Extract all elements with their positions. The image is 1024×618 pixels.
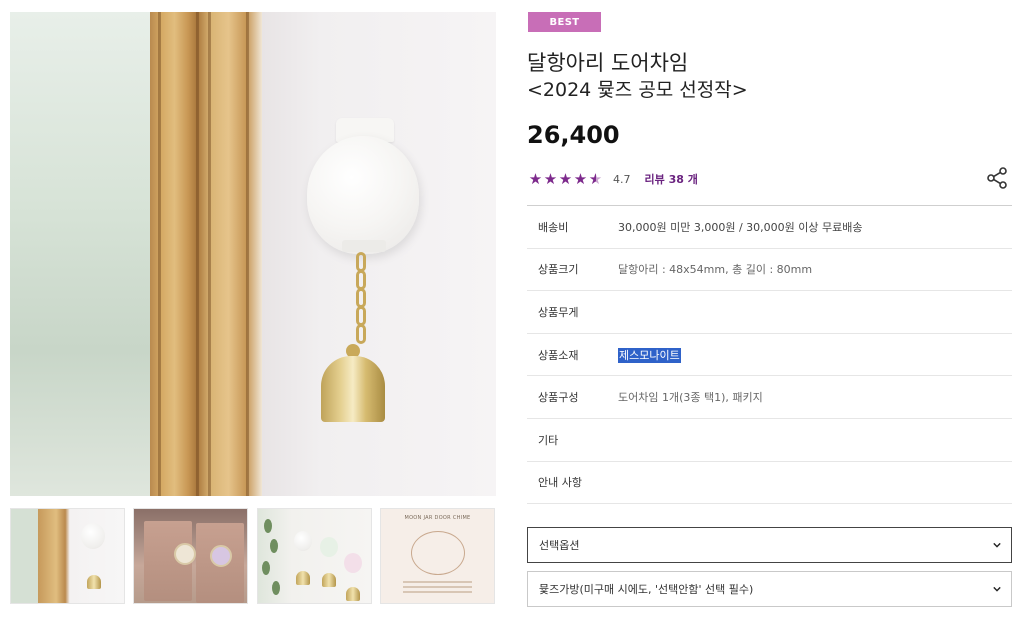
best-badge: BEST (528, 12, 601, 32)
thumbnail-1[interactable] (10, 508, 125, 604)
spec-label: 배송비 (538, 220, 569, 234)
card-diagram (411, 531, 465, 575)
thumb-bell (296, 571, 310, 585)
bag-option-select[interactable]: 뮻즈가방(미구매 시에도, '선택안함' 선택 필수) (527, 571, 1012, 607)
chain-link (356, 288, 366, 308)
star-icon: ★ (573, 169, 588, 188)
spec-label: 상품소재 (538, 348, 579, 362)
chain-link (356, 324, 366, 344)
selected-text[interactable]: 제스모나이트 (618, 347, 681, 363)
option-select[interactable]: 선택옵션 (527, 527, 1012, 563)
half-star-icon: ★ (588, 169, 603, 188)
spec-label: 상품구성 (538, 391, 579, 405)
thumb-jar (344, 553, 362, 573)
thumb-jar (294, 531, 312, 551)
chain-link (356, 306, 366, 326)
package-window (210, 545, 232, 567)
card-text-line (403, 586, 472, 588)
thumb-bell (322, 573, 336, 587)
option-select-label: 선택옵션 (539, 539, 580, 552)
thumb-bell (346, 587, 360, 601)
package-window (174, 543, 196, 565)
frame-groove (158, 12, 161, 496)
chevron-down-icon (993, 542, 1001, 548)
spec-value: 달항아리 : 48x54mm, 총 길이 : 80mm (618, 263, 813, 277)
spec-row-weight: 상품무게 (527, 291, 1012, 334)
spec-label: 상품무게 (538, 305, 579, 319)
rating-row: ★ ★ ★ ★ ★ 4.7 리뷰 38 개 (528, 168, 698, 190)
leaf (262, 561, 270, 575)
chevron-down-icon (993, 586, 1001, 592)
frame-groove (246, 12, 249, 496)
leaf (272, 581, 280, 595)
thumb-bell (87, 575, 101, 589)
product-price: 26,400 (527, 121, 620, 149)
chain-link (356, 252, 366, 272)
spec-row-composition: 상품구성 도어차임 1개(3종 택1), 패키지 (527, 376, 1012, 419)
spec-row-shipping: 배송비 30,000원 미만 3,000원 / 30,000원 이상 무료배송 (527, 206, 1012, 249)
rating-stars: ★ ★ ★ ★ ★ (528, 169, 603, 188)
rating-score: 4.7 (613, 172, 631, 186)
card-text-line (403, 591, 472, 593)
star-icon: ★ (528, 169, 543, 188)
spec-row-notice: 안내 사항 (527, 462, 1012, 505)
thumbnail-2[interactable] (133, 508, 248, 604)
spec-row-size: 상품크기 달항아리 : 48x54mm, 총 길이 : 80mm (527, 249, 1012, 292)
bag-option-label: 뮻즈가방(미구매 시에도, '선택안함' 선택 필수) (539, 583, 754, 596)
brass-bell (321, 356, 385, 422)
frame-groove (196, 12, 199, 496)
window-background (10, 12, 150, 496)
spec-row-material: 상품소재 제스모나이트 (527, 334, 1012, 377)
wooden-window-frame (150, 12, 262, 496)
spec-label: 안내 사항 (538, 476, 582, 490)
spec-label: 기타 (538, 433, 559, 447)
product-title: 달항아리 도어차임 (527, 51, 689, 75)
star-icon: ★ (543, 169, 558, 188)
thumbnail-4[interactable]: MOON JAR DOOR CHIME (380, 508, 495, 604)
thumb-jar (320, 537, 338, 557)
spec-label: 상품크기 (538, 263, 579, 277)
spec-value: 도어차임 1개(3종 택1), 패키지 (618, 391, 763, 405)
review-count-link[interactable]: 리뷰 38 개 (645, 171, 698, 187)
thumb-jar (81, 523, 105, 549)
moon-jar-body (307, 136, 419, 254)
leaf (264, 519, 272, 533)
share-icon[interactable] (985, 166, 1009, 190)
star-icon: ★ (558, 169, 573, 188)
main-product-image[interactable] (10, 12, 496, 496)
spec-value: 30,000원 미만 3,000원 / 30,000원 이상 무료배송 (618, 220, 863, 234)
spec-value: 제스모나이트 (618, 347, 681, 363)
frame-groove (208, 12, 211, 496)
thumbnail-3[interactable] (257, 508, 372, 604)
chain-link (356, 270, 366, 290)
spec-row-etc: 기타 (527, 419, 1012, 462)
leaf (270, 539, 278, 553)
card-text-line (403, 581, 472, 583)
product-subtitle: <2024 뮻즈 공모 선정작> (527, 79, 748, 101)
white-wall (262, 12, 496, 496)
card-title: MOON JAR DOOR CHIME (404, 515, 471, 521)
spec-table: 배송비 30,000원 미만 3,000원 / 30,000원 이상 무료배송 … (527, 205, 1012, 505)
moon-jar-base (342, 240, 386, 252)
thumbnail-strip: MOON JAR DOOR CHIME (10, 508, 496, 604)
